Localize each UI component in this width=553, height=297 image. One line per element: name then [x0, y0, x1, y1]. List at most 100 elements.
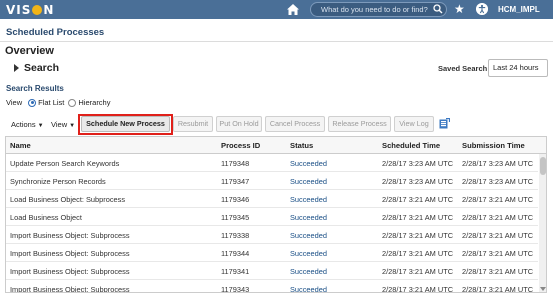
scroll-down-arrow-icon[interactable] [540, 287, 546, 291]
column-header-scheduled-time[interactable]: Scheduled Time [382, 141, 440, 150]
column-header-name[interactable]: Name [10, 141, 31, 150]
table-row[interactable]: Import Business Object: Subprocess 11793… [6, 262, 538, 280]
table-row[interactable]: Import Business Object: Subprocess 11793… [6, 280, 538, 293]
cancel-process-button[interactable]: Cancel Process [265, 116, 325, 132]
saved-search-select[interactable]: Last 24 hours [488, 59, 548, 77]
release-process-button[interactable]: Release Process [328, 116, 391, 132]
table-row[interactable]: Import Business Object: Subprocess 11793… [6, 244, 538, 262]
cell-process-id: 1179346 [221, 195, 250, 204]
cell-status[interactable]: Succeeded [290, 231, 327, 240]
table-row[interactable]: Load Business Object 1179345 Succeeded 2… [6, 208, 538, 226]
export-to-excel-icon[interactable] [439, 118, 450, 129]
logo-o-mark [32, 4, 43, 15]
cell-name: Update Person Search Keywords [10, 159, 120, 168]
actions-menu-label: Actions [11, 120, 36, 129]
cell-submission-time: 2/28/17 3:23 AM UTC [462, 159, 534, 168]
cell-scheduled-time: 2/28/17 3:21 AM UTC [382, 195, 454, 204]
cell-scheduled-time: 2/28/17 3:21 AM UTC [382, 249, 454, 258]
overview-heading: Overview [5, 45, 54, 57]
cell-submission-time: 2/28/17 3:21 AM UTC [462, 267, 534, 276]
search-section-label: Search [24, 62, 60, 74]
table-row[interactable]: Synchronize Person Records 1179347 Succe… [6, 172, 538, 190]
cell-scheduled-time: 2/28/17 3:21 AM UTC [382, 213, 454, 222]
cell-status[interactable]: Succeeded [290, 249, 327, 258]
view-mode-row: View Flat List Hierarchy [6, 98, 110, 107]
page-title: Scheduled Processes [6, 27, 105, 38]
accessibility-icon[interactable] [476, 3, 488, 15]
column-header-submission-time[interactable]: Submission Time [462, 141, 525, 150]
view-menu-label: View [51, 120, 68, 129]
cell-process-id: 1179344 [221, 249, 250, 258]
favorites-star-icon[interactable]: ★ [454, 2, 465, 16]
cell-submission-time: 2/28/17 3:23 AM UTC [462, 177, 534, 186]
cell-submission-time: 2/28/17 3:21 AM UTC [462, 231, 534, 240]
table-row[interactable]: Import Business Object: Subprocess 11793… [6, 226, 538, 244]
cell-name: Import Business Object: Subprocess [10, 267, 130, 276]
cell-name: Import Business Object: Subprocess [10, 285, 130, 293]
logo-text-end: N [43, 2, 55, 17]
cell-scheduled-time: 2/28/17 3:21 AM UTC [382, 285, 454, 293]
cell-scheduled-time: 2/28/17 3:21 AM UTC [382, 267, 454, 276]
search-icon[interactable] [433, 4, 443, 14]
chevron-down-icon: ▼ [69, 123, 76, 129]
cell-process-id: 1179343 [221, 285, 250, 293]
table-row[interactable]: Update Person Search Keywords 1179348 Su… [6, 154, 538, 172]
cell-name: Import Business Object: Subprocess [10, 249, 130, 258]
search-disclosure[interactable]: Search [14, 62, 59, 74]
top-bar: VIS N What do you need to do or find? ★ … [0, 0, 553, 19]
cell-submission-time: 2/28/17 3:21 AM UTC [462, 249, 534, 258]
actions-menu[interactable]: Actions ▼ [11, 120, 44, 129]
cell-name: Import Business Object: Subprocess [10, 231, 130, 240]
saved-search-label: Saved Search [438, 64, 488, 73]
cell-process-id: 1179348 [221, 159, 250, 168]
table-row[interactable]: Load Business Object: Subprocess 1179346… [6, 190, 538, 208]
column-header-status[interactable]: Status [290, 141, 313, 150]
cell-name: Load Business Object [10, 213, 82, 222]
global-search-placeholder: What do you need to do or find? [321, 5, 428, 14]
cell-process-id: 1179338 [221, 231, 250, 240]
results-table: Name Process ID Status Scheduled Time Su… [5, 136, 547, 293]
global-search-input[interactable]: What do you need to do or find? [310, 2, 447, 17]
cell-status[interactable]: Succeeded [290, 195, 327, 204]
hierarchy-label[interactable]: Hierarchy [78, 98, 110, 107]
cell-name: Synchronize Person Records [10, 177, 106, 186]
vision-logo[interactable]: VIS N [6, 3, 54, 17]
view-mode-label: View [6, 98, 23, 107]
view-menu[interactable]: View ▼ [51, 120, 75, 129]
cell-process-id: 1179347 [221, 177, 250, 186]
logo-text-start: VIS [6, 2, 32, 17]
table-scrollbar[interactable] [539, 154, 546, 292]
put-on-hold-button[interactable]: Put On Hold [216, 116, 262, 132]
table-header: Name Process ID Status Scheduled Time Su… [6, 137, 546, 154]
divider [0, 41, 553, 42]
flat-list-label[interactable]: Flat List [38, 98, 64, 107]
cell-status[interactable]: Succeeded [290, 267, 327, 276]
home-icon[interactable] [286, 3, 300, 16]
cell-name: Load Business Object: Subprocess [10, 195, 126, 204]
cell-submission-time: 2/28/17 3:21 AM UTC [462, 195, 534, 204]
cell-status[interactable]: Succeeded [290, 159, 327, 168]
search-results-heading: Search Results [6, 84, 64, 93]
cell-scheduled-time: 2/28/17 3:21 AM UTC [382, 231, 454, 240]
chevron-down-icon: ▼ [37, 123, 44, 129]
cell-status[interactable]: Succeeded [290, 213, 327, 222]
results-toolbar: Actions ▼ View ▼ Schedule New Process Resu… [0, 114, 553, 135]
cell-status[interactable]: Succeeded [290, 285, 327, 292]
resubmit-button[interactable]: Resubmit [173, 116, 213, 132]
user-menu[interactable]: HCM_IMPL [498, 5, 540, 14]
cell-process-id: 1179341 [221, 267, 250, 276]
cell-process-id: 1179345 [221, 213, 250, 222]
cell-submission-time: 2/28/17 3:21 AM UTC [462, 213, 534, 222]
flat-list-radio[interactable] [28, 98, 37, 107]
cell-status[interactable]: Succeeded [290, 177, 327, 186]
highlight-box [78, 114, 173, 135]
scrollbar-thumb[interactable] [540, 157, 546, 175]
saved-search-value: Last 24 hours [493, 63, 539, 72]
hierarchy-radio[interactable] [68, 98, 77, 107]
cell-scheduled-time: 2/28/17 3:23 AM UTC [382, 177, 454, 186]
cell-submission-time: 2/28/17 3:21 AM UTC [462, 285, 534, 293]
column-header-process-id[interactable]: Process ID [221, 141, 260, 150]
cell-scheduled-time: 2/28/17 3:23 AM UTC [382, 159, 454, 168]
view-log-button[interactable]: View Log [394, 116, 434, 132]
expand-triangle-icon[interactable] [14, 64, 19, 72]
